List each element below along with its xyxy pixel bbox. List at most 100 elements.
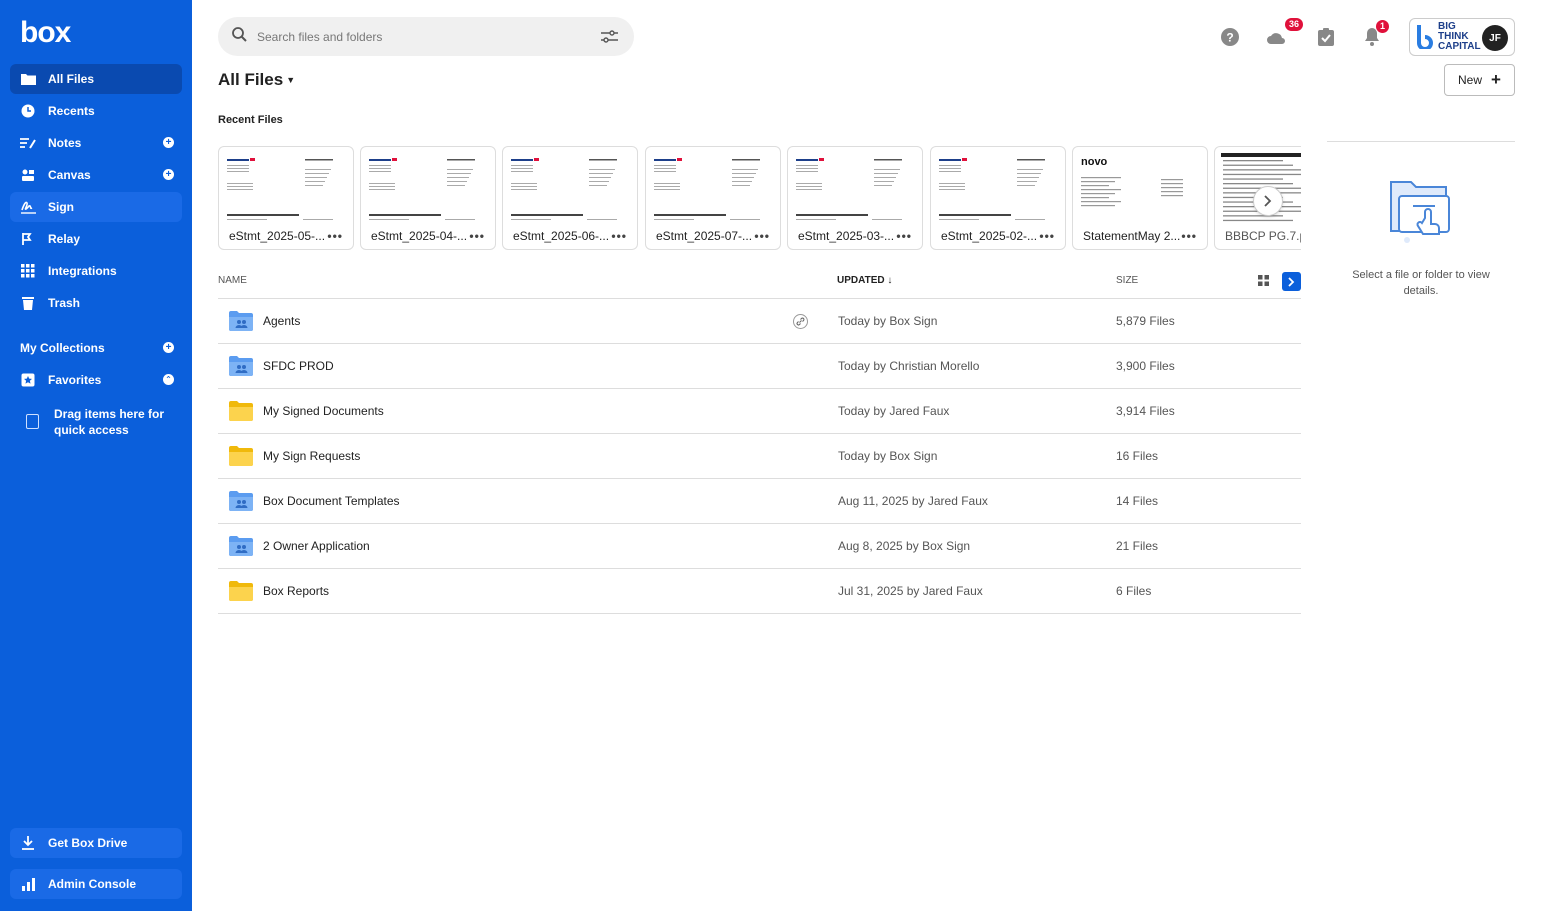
recent-file-name: eStmt_2025-03-... — [798, 229, 895, 243]
sidebar: box All Files Recents Notes + Canvas + S… — [0, 0, 192, 911]
table-row[interactable]: 2 Owner Application Aug 8, 2025 by Box Si… — [218, 524, 1301, 569]
admin-console-button[interactable]: Admin Console — [10, 869, 182, 899]
more-options-icon[interactable]: ••• — [896, 229, 912, 243]
shared-folder-icon — [229, 356, 253, 379]
table-row[interactable]: Box Document Templates Aug 11, 2025 by Ja… — [218, 479, 1301, 524]
canvas-icon — [20, 167, 36, 183]
brand-name: BIG THINK CAPITAL — [1438, 21, 1481, 52]
sidebar-item-label: Relay — [48, 232, 81, 246]
add-collection-icon[interactable]: + — [163, 342, 174, 353]
grid-view-icon[interactable] — [1258, 275, 1269, 289]
document-thumbnail — [652, 153, 776, 225]
get-box-drive-button[interactable]: Get Box Drive — [10, 828, 182, 858]
sidebar-item-label: Sign — [48, 200, 74, 214]
recent-file-card[interactable]: eStmt_2025-06-... ••• — [502, 146, 638, 250]
table-row[interactable]: SFDC PROD Today by Christian Morello 3,900… — [218, 344, 1301, 389]
recent-file-card[interactable]: eStmt_2025-05-... ••• — [218, 146, 354, 250]
box-logo[interactable]: box — [20, 16, 71, 50]
column-header-size[interactable]: SIZE — [1116, 275, 1138, 286]
row-updated: Today by Christian Morello — [838, 359, 980, 373]
scroll-right-button[interactable] — [1253, 186, 1283, 216]
recent-file-name: StatementMay 2... — [1083, 229, 1181, 243]
sidebar-item-canvas[interactable]: Canvas + — [10, 160, 182, 190]
toggle-details-button[interactable] — [1282, 272, 1301, 291]
page-title[interactable]: All Files ▼ — [218, 70, 295, 90]
table-row[interactable]: Box Reports Jul 31, 2025 by Jared Faux 6 F… — [218, 569, 1301, 614]
svg-text:?: ? — [1226, 31, 1233, 45]
big-think-logo-icon — [1417, 25, 1433, 49]
recent-files-strip: eStmt_2025-05-... ••• eStmt_2025-04-... … — [218, 146, 1301, 250]
recent-file-card[interactable]: novo StatementMay 2... ••• — [1072, 146, 1208, 250]
more-options-icon[interactable]: ••• — [1039, 229, 1055, 243]
recent-file-card[interactable]: eStmt_2025-02-... ••• — [930, 146, 1066, 250]
sidebar-my-collections[interactable]: My Collections + — [10, 333, 182, 363]
select-file-illustration-icon — [1385, 178, 1455, 251]
avatar[interactable]: JF — [1482, 25, 1508, 51]
relay-icon — [20, 231, 36, 247]
account-menu[interactable]: BIG THINK CAPITAL JF — [1409, 18, 1515, 56]
search-bar[interactable] — [218, 17, 634, 56]
sidebar-item-relay[interactable]: Relay — [10, 224, 182, 254]
row-name[interactable]: Box Reports — [263, 584, 329, 598]
row-name[interactable]: Box Document Templates — [263, 494, 400, 508]
search-input[interactable] — [257, 29, 577, 44]
favorites-label: Favorites — [48, 373, 102, 387]
table-row[interactable]: My Signed Documents Today by Jared Faux 3,… — [218, 389, 1301, 434]
shared-folder-icon — [229, 491, 253, 514]
document-thumbnail — [794, 153, 918, 225]
column-header-name[interactable]: NAME — [218, 275, 247, 286]
sidebar-item-all-files[interactable]: All Files — [10, 64, 182, 94]
row-name[interactable]: SFDC PROD — [263, 359, 334, 373]
more-options-icon[interactable]: ••• — [327, 229, 343, 243]
recent-file-card[interactable]: eStmt_2025-03-... ••• — [787, 146, 923, 250]
table-row[interactable]: My Sign Requests Today by Box Sign 16 File… — [218, 434, 1301, 479]
sidebar-item-sign[interactable]: Sign — [10, 192, 182, 222]
more-options-icon[interactable]: ••• — [469, 229, 485, 243]
recent-file-name: eStmt_2025-02-... — [941, 229, 1038, 243]
tasks-icon[interactable] — [1316, 27, 1336, 47]
filter-icon[interactable] — [601, 30, 618, 48]
get-drive-label: Get Box Drive — [48, 836, 128, 850]
shared-link-icon[interactable] — [793, 314, 808, 329]
row-name[interactable]: 2 Owner Application — [263, 539, 370, 553]
document-thumbnail — [225, 153, 349, 225]
notifications-cloud-icon[interactable] — [1266, 27, 1286, 47]
new-button[interactable]: New + — [1444, 64, 1515, 96]
grid-icon — [20, 263, 36, 279]
document-thumbnail — [937, 153, 1061, 225]
table-header: NAME UPDATED ↓ SIZE — [218, 268, 1301, 299]
column-header-updated[interactable]: UPDATED ↓ — [837, 275, 892, 286]
recent-file-card[interactable]: eStmt_2025-04-... ••• — [360, 146, 496, 250]
row-name[interactable]: Agents — [263, 314, 300, 328]
alerts-badge: 1 — [1375, 19, 1391, 34]
recent-file-name: eStmt_2025-07-... — [656, 229, 753, 243]
notifications-badge: 36 — [1284, 17, 1305, 32]
collapse-favorites-icon[interactable]: ⌃ — [163, 374, 174, 385]
table-row[interactable]: Agents Today by Box Sign 5,879 Files — [218, 299, 1301, 344]
favorites-drop-zone[interactable]: Drag items here for quick access — [26, 406, 176, 438]
sidebar-item-trash[interactable]: Trash — [10, 288, 182, 318]
more-options-icon[interactable]: ••• — [1181, 229, 1197, 243]
sidebar-item-recents[interactable]: Recents — [10, 96, 182, 126]
add-note-icon[interactable]: + — [163, 137, 174, 148]
novo-statement-thumbnail: novo — [1079, 153, 1203, 225]
more-options-icon[interactable]: ••• — [754, 229, 770, 243]
row-size: 14 Files — [1116, 494, 1159, 508]
shared-folder-icon — [229, 311, 253, 334]
row-size: 16 Files — [1116, 449, 1159, 463]
recent-file-name: eStmt_2025-06-... — [513, 229, 610, 243]
help-icon[interactable]: ? — [1220, 27, 1240, 47]
recent-file-name: eStmt_2025-05-... — [229, 229, 326, 243]
more-options-icon[interactable]: ••• — [611, 229, 627, 243]
sidebar-item-integrations[interactable]: Integrations — [10, 256, 182, 286]
document-thumbnail — [509, 153, 633, 225]
recent-file-card[interactable]: eStmt_2025-07-... ••• — [645, 146, 781, 250]
row-name[interactable]: My Sign Requests — [263, 449, 360, 463]
row-size: 3,900 Files — [1116, 359, 1175, 373]
column-header-updated-label: UPDATED — [837, 275, 885, 286]
sidebar-item-notes[interactable]: Notes + — [10, 128, 182, 158]
sidebar-favorites[interactable]: Favorites ⌃ — [10, 365, 182, 395]
add-canvas-icon[interactable]: + — [163, 169, 174, 180]
row-size: 5,879 Files — [1116, 314, 1175, 328]
row-name[interactable]: My Signed Documents — [263, 404, 384, 418]
